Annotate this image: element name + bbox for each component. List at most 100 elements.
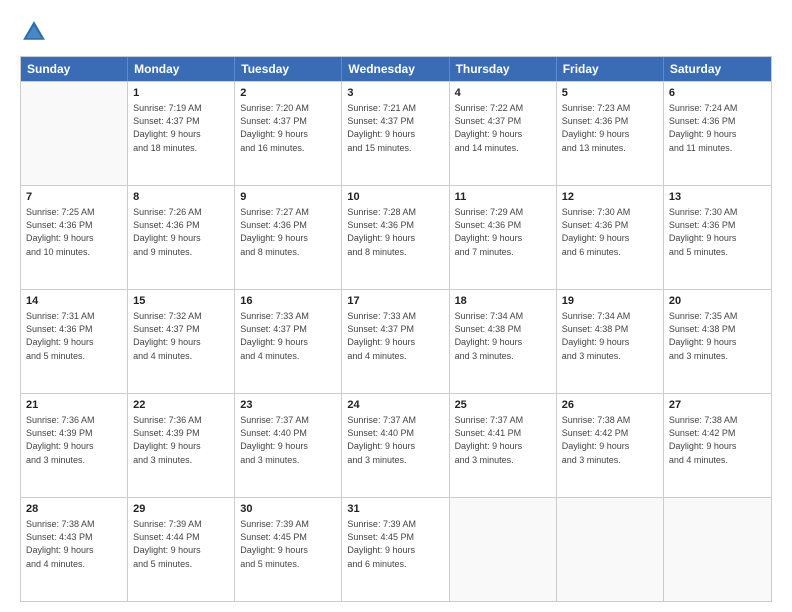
day-info: Sunrise: 7:27 AM Sunset: 4:36 PM Dayligh…: [240, 206, 336, 258]
day-info: Sunrise: 7:22 AM Sunset: 4:37 PM Dayligh…: [455, 102, 551, 154]
calendar-cell: 2Sunrise: 7:20 AM Sunset: 4:37 PM Daylig…: [235, 82, 342, 185]
calendar-header-tuesday: Tuesday: [235, 57, 342, 81]
day-info: Sunrise: 7:26 AM Sunset: 4:36 PM Dayligh…: [133, 206, 229, 258]
day-number: 2: [240, 86, 336, 101]
day-info: Sunrise: 7:20 AM Sunset: 4:37 PM Dayligh…: [240, 102, 336, 154]
day-number: 14: [26, 294, 122, 309]
day-info: Sunrise: 7:33 AM Sunset: 4:37 PM Dayligh…: [347, 310, 443, 362]
calendar-cell: 25Sunrise: 7:37 AM Sunset: 4:41 PM Dayli…: [450, 394, 557, 497]
header: [20, 18, 772, 46]
calendar-cell: 1Sunrise: 7:19 AM Sunset: 4:37 PM Daylig…: [128, 82, 235, 185]
calendar-header-thursday: Thursday: [450, 57, 557, 81]
logo-icon: [20, 18, 48, 46]
day-number: 26: [562, 398, 658, 413]
calendar-cell: 12Sunrise: 7:30 AM Sunset: 4:36 PM Dayli…: [557, 186, 664, 289]
day-number: 19: [562, 294, 658, 309]
day-number: 16: [240, 294, 336, 309]
calendar-header-sunday: Sunday: [21, 57, 128, 81]
calendar-header: SundayMondayTuesdayWednesdayThursdayFrid…: [21, 57, 771, 81]
calendar-cell: 17Sunrise: 7:33 AM Sunset: 4:37 PM Dayli…: [342, 290, 449, 393]
calendar-cell: 6Sunrise: 7:24 AM Sunset: 4:36 PM Daylig…: [664, 82, 771, 185]
logo: [20, 18, 52, 46]
calendar-cell: 14Sunrise: 7:31 AM Sunset: 4:36 PM Dayli…: [21, 290, 128, 393]
calendar-cell: 31Sunrise: 7:39 AM Sunset: 4:45 PM Dayli…: [342, 498, 449, 601]
calendar-header-wednesday: Wednesday: [342, 57, 449, 81]
day-info: Sunrise: 7:32 AM Sunset: 4:37 PM Dayligh…: [133, 310, 229, 362]
day-number: 9: [240, 190, 336, 205]
day-number: 1: [133, 86, 229, 101]
day-info: Sunrise: 7:36 AM Sunset: 4:39 PM Dayligh…: [133, 414, 229, 466]
calendar-cell: 24Sunrise: 7:37 AM Sunset: 4:40 PM Dayli…: [342, 394, 449, 497]
day-number: 4: [455, 86, 551, 101]
day-info: Sunrise: 7:37 AM Sunset: 4:40 PM Dayligh…: [347, 414, 443, 466]
day-info: Sunrise: 7:38 AM Sunset: 4:42 PM Dayligh…: [669, 414, 766, 466]
calendar-row-4: 28Sunrise: 7:38 AM Sunset: 4:43 PM Dayli…: [21, 497, 771, 601]
day-number: 17: [347, 294, 443, 309]
calendar-cell: 27Sunrise: 7:38 AM Sunset: 4:42 PM Dayli…: [664, 394, 771, 497]
calendar-cell: [450, 498, 557, 601]
calendar-row-1: 7Sunrise: 7:25 AM Sunset: 4:36 PM Daylig…: [21, 185, 771, 289]
day-number: 28: [26, 502, 122, 517]
day-number: 22: [133, 398, 229, 413]
calendar-cell: [21, 82, 128, 185]
day-info: Sunrise: 7:21 AM Sunset: 4:37 PM Dayligh…: [347, 102, 443, 154]
day-number: 8: [133, 190, 229, 205]
calendar-cell: 10Sunrise: 7:28 AM Sunset: 4:36 PM Dayli…: [342, 186, 449, 289]
day-info: Sunrise: 7:31 AM Sunset: 4:36 PM Dayligh…: [26, 310, 122, 362]
calendar-cell: [664, 498, 771, 601]
day-info: Sunrise: 7:38 AM Sunset: 4:43 PM Dayligh…: [26, 518, 122, 570]
calendar-header-monday: Monday: [128, 57, 235, 81]
day-number: 5: [562, 86, 658, 101]
day-info: Sunrise: 7:19 AM Sunset: 4:37 PM Dayligh…: [133, 102, 229, 154]
calendar: SundayMondayTuesdayWednesdayThursdayFrid…: [20, 56, 772, 602]
day-info: Sunrise: 7:23 AM Sunset: 4:36 PM Dayligh…: [562, 102, 658, 154]
day-info: Sunrise: 7:39 AM Sunset: 4:44 PM Dayligh…: [133, 518, 229, 570]
day-number: 11: [455, 190, 551, 205]
day-number: 25: [455, 398, 551, 413]
calendar-cell: 11Sunrise: 7:29 AM Sunset: 4:36 PM Dayli…: [450, 186, 557, 289]
day-number: 10: [347, 190, 443, 205]
day-info: Sunrise: 7:36 AM Sunset: 4:39 PM Dayligh…: [26, 414, 122, 466]
day-number: 31: [347, 502, 443, 517]
calendar-cell: 5Sunrise: 7:23 AM Sunset: 4:36 PM Daylig…: [557, 82, 664, 185]
calendar-cell: 28Sunrise: 7:38 AM Sunset: 4:43 PM Dayli…: [21, 498, 128, 601]
day-number: 20: [669, 294, 766, 309]
day-info: Sunrise: 7:37 AM Sunset: 4:41 PM Dayligh…: [455, 414, 551, 466]
calendar-cell: 9Sunrise: 7:27 AM Sunset: 4:36 PM Daylig…: [235, 186, 342, 289]
day-number: 12: [562, 190, 658, 205]
day-number: 27: [669, 398, 766, 413]
day-number: 3: [347, 86, 443, 101]
calendar-row-2: 14Sunrise: 7:31 AM Sunset: 4:36 PM Dayli…: [21, 289, 771, 393]
calendar-cell: 18Sunrise: 7:34 AM Sunset: 4:38 PM Dayli…: [450, 290, 557, 393]
day-number: 18: [455, 294, 551, 309]
calendar-cell: 16Sunrise: 7:33 AM Sunset: 4:37 PM Dayli…: [235, 290, 342, 393]
day-number: 7: [26, 190, 122, 205]
day-number: 6: [669, 86, 766, 101]
calendar-cell: 8Sunrise: 7:26 AM Sunset: 4:36 PM Daylig…: [128, 186, 235, 289]
day-number: 29: [133, 502, 229, 517]
day-info: Sunrise: 7:24 AM Sunset: 4:36 PM Dayligh…: [669, 102, 766, 154]
calendar-cell: 7Sunrise: 7:25 AM Sunset: 4:36 PM Daylig…: [21, 186, 128, 289]
day-number: 15: [133, 294, 229, 309]
day-info: Sunrise: 7:35 AM Sunset: 4:38 PM Dayligh…: [669, 310, 766, 362]
calendar-row-0: 1Sunrise: 7:19 AM Sunset: 4:37 PM Daylig…: [21, 81, 771, 185]
calendar-cell: [557, 498, 664, 601]
day-info: Sunrise: 7:39 AM Sunset: 4:45 PM Dayligh…: [347, 518, 443, 570]
day-info: Sunrise: 7:33 AM Sunset: 4:37 PM Dayligh…: [240, 310, 336, 362]
day-info: Sunrise: 7:34 AM Sunset: 4:38 PM Dayligh…: [562, 310, 658, 362]
day-number: 23: [240, 398, 336, 413]
calendar-cell: 15Sunrise: 7:32 AM Sunset: 4:37 PM Dayli…: [128, 290, 235, 393]
calendar-body: 1Sunrise: 7:19 AM Sunset: 4:37 PM Daylig…: [21, 81, 771, 601]
calendar-cell: 13Sunrise: 7:30 AM Sunset: 4:36 PM Dayli…: [664, 186, 771, 289]
calendar-cell: 30Sunrise: 7:39 AM Sunset: 4:45 PM Dayli…: [235, 498, 342, 601]
day-info: Sunrise: 7:37 AM Sunset: 4:40 PM Dayligh…: [240, 414, 336, 466]
calendar-row-3: 21Sunrise: 7:36 AM Sunset: 4:39 PM Dayli…: [21, 393, 771, 497]
day-info: Sunrise: 7:29 AM Sunset: 4:36 PM Dayligh…: [455, 206, 551, 258]
calendar-cell: 20Sunrise: 7:35 AM Sunset: 4:38 PM Dayli…: [664, 290, 771, 393]
calendar-header-friday: Friday: [557, 57, 664, 81]
day-info: Sunrise: 7:30 AM Sunset: 4:36 PM Dayligh…: [562, 206, 658, 258]
calendar-cell: 21Sunrise: 7:36 AM Sunset: 4:39 PM Dayli…: [21, 394, 128, 497]
day-number: 24: [347, 398, 443, 413]
day-info: Sunrise: 7:38 AM Sunset: 4:42 PM Dayligh…: [562, 414, 658, 466]
calendar-cell: 4Sunrise: 7:22 AM Sunset: 4:37 PM Daylig…: [450, 82, 557, 185]
